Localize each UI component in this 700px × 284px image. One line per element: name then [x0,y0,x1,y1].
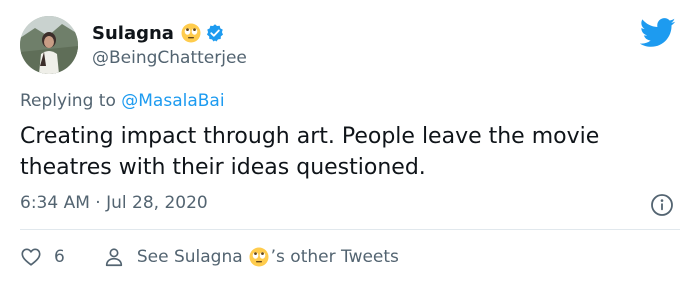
verified-badge-icon [205,23,225,43]
tweet-text: Creating impact through art. People leav… [20,124,600,180]
like-count: 6 [54,247,65,267]
replying-to: Replying to @MasalaBai [20,91,225,111]
rolling-eyes-emoji-icon [181,23,201,43]
action-bar: 6 See Sulagna ’s other Tweets [20,244,399,270]
see-other-tweets-prefix: See Sulagna [136,247,243,267]
heart-icon[interactable] [20,246,42,268]
divider [20,229,680,230]
replying-prefix: Replying to [20,91,116,111]
avatar[interactable] [20,16,78,74]
info-icon[interactable] [650,193,674,217]
person-icon[interactable] [103,246,125,268]
see-other-tweets-link[interactable]: See Sulagna ’s other Tweets [137,247,399,267]
author-name-row: Sulagna [92,21,225,45]
display-name[interactable]: Sulagna [92,23,174,44]
twitter-bird-icon[interactable] [639,18,676,48]
tweet-timestamp[interactable]: 6:34 AM · Jul 28, 2020 [20,193,208,213]
author-handle[interactable]: @BeingChatterjee [92,48,247,68]
tweet-card: Sulagna @BeingChatterjee Replying to @Ma… [0,0,700,284]
rolling-eyes-emoji-icon [249,247,269,267]
see-other-tweets-suffix: ’s other Tweets [270,247,399,267]
reply-mention-link[interactable]: @MasalaBai [121,91,224,111]
